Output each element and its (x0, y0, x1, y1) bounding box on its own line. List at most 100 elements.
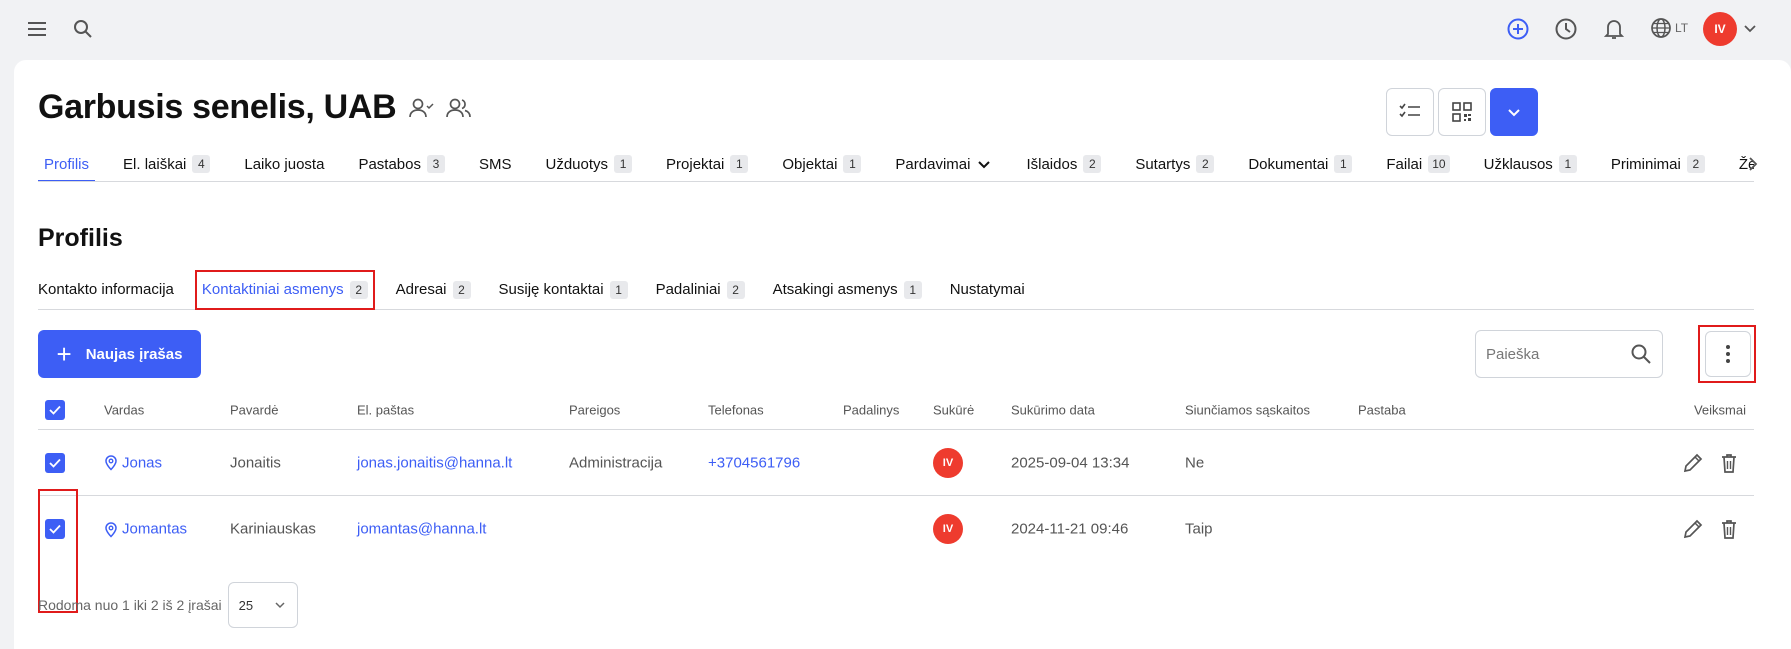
creator-initials: IV (933, 514, 963, 544)
table-header: Vardas Pavardė El. paštas Pareigos Telefonas… (38, 390, 1754, 430)
subtab-1[interactable]: Kontaktiniai asmenys 2 (194, 269, 375, 310)
location-pin-icon (105, 455, 117, 471)
tab-7[interactable]: Objektai 1 (776, 148, 867, 180)
tab-10[interactable]: Sutartys 2 (1129, 148, 1220, 180)
tab-1[interactable]: El. laiškai 4 (117, 148, 216, 180)
new-record-button[interactable]: + Naujas įrašas (38, 330, 201, 378)
tab-4[interactable]: SMS (473, 148, 518, 180)
contacts-table: Vardas Pavardė El. paštas Pareigos Telefonas… (38, 390, 1754, 562)
subtab-2[interactable]: Adresai 2 (390, 271, 477, 309)
tab-label: El. laiškai (123, 155, 187, 173)
column-header: Sukūrimo data (1011, 402, 1095, 417)
contact-first-name: Jomantas (122, 520, 188, 538)
creator-avatar[interactable]: IV (933, 447, 963, 478)
bell-icon[interactable] (1599, 14, 1629, 44)
tab-label: Projektai (666, 155, 725, 173)
users-icon[interactable] (446, 97, 472, 119)
tab-11[interactable]: Dokumentai 1 (1242, 148, 1358, 180)
tab-label: SMS (478, 155, 512, 173)
column-header: El. paštas (357, 402, 415, 417)
created-date: 2024-11-21 09:46 (1011, 520, 1129, 538)
tab-2[interactable]: Laiko juosta (238, 148, 330, 180)
user-avatar[interactable]: IV (1703, 12, 1737, 46)
search-box (1475, 330, 1663, 378)
subtab-6[interactable]: Nustatymai (944, 271, 1031, 309)
tab-count-badge: 1 (730, 155, 749, 173)
qr-code-icon (1452, 102, 1472, 122)
tab-label: Dokumentai (1248, 155, 1329, 173)
chevron-down-icon (275, 602, 285, 609)
language-switcher[interactable]: LT (1650, 17, 1688, 39)
subtab-0[interactable]: Kontakto informacija (38, 271, 180, 309)
page-title: Garbusis senelis, UAB (38, 88, 397, 126)
tab-12[interactable]: Failai 10 (1380, 148, 1455, 180)
tab-0[interactable]: Profilis (38, 148, 96, 181)
contact-name-link[interactable]: Jomantas (104, 521, 187, 538)
tab-label: Objektai (782, 155, 838, 173)
qr-code-button[interactable] (1438, 88, 1486, 136)
subtab-label: Kontakto informacija (38, 281, 174, 298)
search-icon[interactable] (68, 14, 98, 44)
table-row: Jonas Jonaitis jonas.jonaitis@hanna.lt A… (38, 430, 1754, 496)
invoices-sent: Ne (1185, 454, 1205, 471)
table-row: Jomantas Kariniauskas jomantas@hanna.lt … (38, 496, 1754, 562)
contact-name-link[interactable]: Jonas (104, 454, 162, 471)
delete-icon[interactable] (1718, 518, 1740, 540)
delete-icon[interactable] (1718, 452, 1740, 474)
column-header: Vardas (104, 402, 145, 417)
pagination-summary: Rodoma nuo 1 iki 2 iš 2 įrašai (38, 597, 222, 613)
subtab-label: Nustatymai (949, 281, 1025, 298)
edit-icon[interactable] (1682, 518, 1704, 540)
chevron-right-icon[interactable] (1741, 152, 1765, 176)
tab-count-badge: 2 (1686, 155, 1705, 173)
created-date: 2025-09-04 13:34 (1011, 454, 1130, 471)
contact-phone-link[interactable]: +3704561796 (708, 454, 800, 471)
search-input[interactable] (1486, 345, 1630, 363)
tab-3[interactable]: Pastabos 3 (352, 148, 451, 180)
tab-8[interactable]: Pardavimai (889, 148, 998, 180)
checklist-button[interactable] (1386, 88, 1434, 136)
column-header: Pareigos (569, 402, 621, 417)
tab-label: Užklausos (1483, 155, 1553, 173)
subtab-label: Padaliniai (655, 281, 721, 298)
tab-14[interactable]: Priminimai 2 (1605, 148, 1711, 180)
tab-label: Profilis (44, 155, 90, 173)
subtab-5[interactable]: Atsakingi asmenys 1 (767, 271, 928, 309)
contact-email-link[interactable]: jomantas@hanna.lt (357, 521, 486, 538)
tab-5[interactable]: Užduotys 1 (540, 148, 639, 180)
tab-6[interactable]: Projektai 1 (660, 148, 754, 180)
main-tabs: Profilis El. laiškai 4 Laiko juosta Pastabos… (38, 148, 1754, 182)
menu-icon[interactable] (22, 14, 52, 44)
clock-icon[interactable] (1551, 14, 1581, 44)
page-size-select[interactable]: 25 (227, 582, 298, 628)
more-options-button[interactable] (1705, 331, 1751, 377)
edit-icon[interactable] (1682, 452, 1704, 474)
tab-label: Pardavimai (895, 155, 971, 173)
tab-label: Užduotys (545, 155, 609, 173)
row-actions (1682, 452, 1740, 474)
creator-avatar[interactable]: IV (933, 514, 963, 544)
top-bar: LT IV (0, 0, 1791, 58)
globe-icon (1651, 18, 1671, 38)
subtab-count-badge: 1 (903, 280, 922, 299)
page-header: Garbusis senelis, UAB (38, 88, 472, 127)
checklist-icon (1399, 103, 1420, 118)
chevron-down-icon (1508, 109, 1520, 117)
subtab-3[interactable]: Susiję kontaktai 1 (493, 271, 634, 309)
tab-13[interactable]: Užklausos 1 (1478, 148, 1583, 180)
search-icon[interactable] (1630, 343, 1652, 365)
actions-dropdown-button[interactable] (1490, 88, 1538, 136)
tab-9[interactable]: Išlaidos 2 (1020, 148, 1107, 180)
subtab-label: Kontaktiniai asmenys (201, 281, 344, 298)
tab-count-badge: 4 (192, 155, 211, 173)
language-code: LT (1675, 21, 1689, 35)
subtab-4[interactable]: Padaliniai 2 (650, 271, 751, 309)
row-checkbox[interactable] (45, 452, 65, 473)
chevron-down-icon[interactable] (1740, 18, 1760, 38)
tab-count-badge: 2 (1196, 155, 1215, 173)
select-all-checkbox[interactable] (45, 399, 65, 420)
plus-circle-icon[interactable] (1503, 14, 1533, 44)
tab-label: Pastabos (358, 155, 421, 173)
contact-email-link[interactable]: jonas.jonaitis@hanna.lt (357, 454, 512, 471)
user-icon[interactable] (408, 97, 434, 119)
